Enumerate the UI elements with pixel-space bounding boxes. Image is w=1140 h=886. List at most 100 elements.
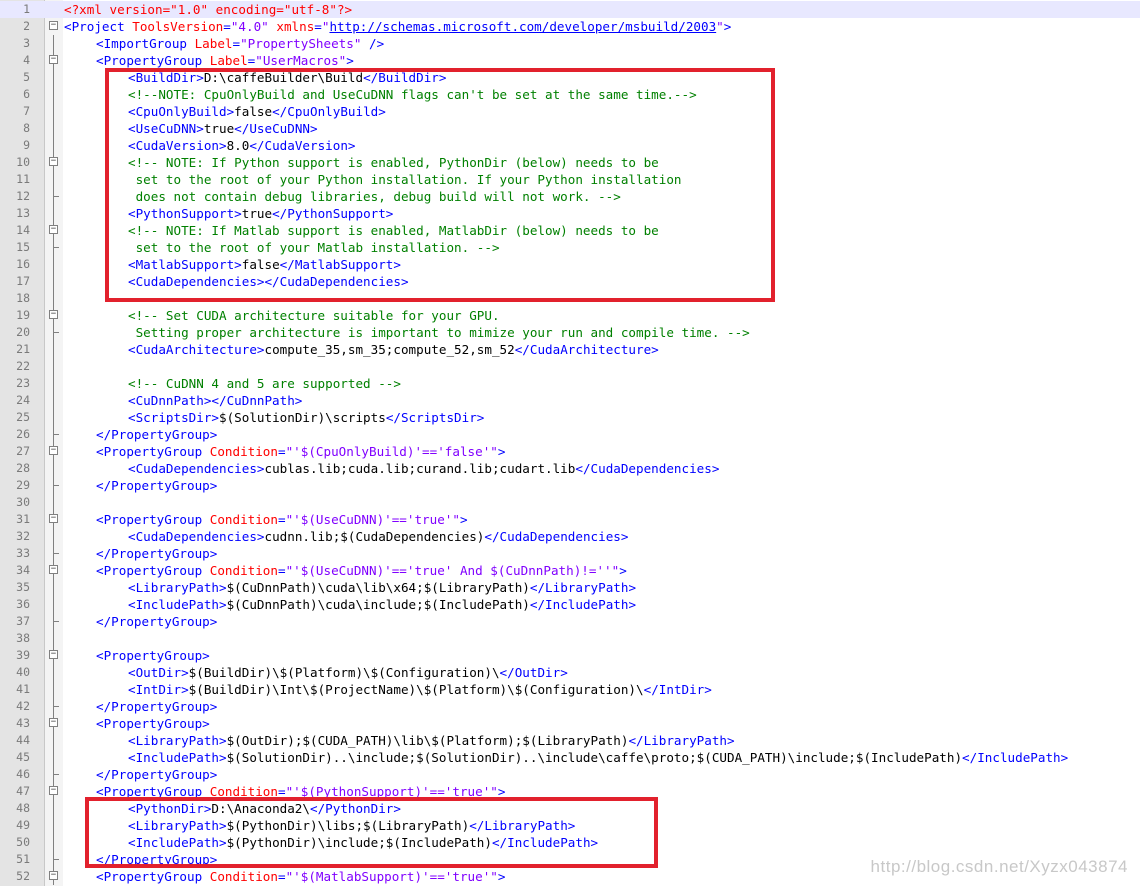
code-line[interactable]: 28 <CudaDependencies>cublas.lib;cuda.lib;… [0, 460, 1140, 477]
fold-toggle-icon[interactable]: − [48, 562, 60, 579]
code-line[interactable]: 33 </PropertyGroup> [0, 545, 1140, 562]
code-text[interactable]: <IncludePath>$(SolutionDir)..\include;$(… [128, 749, 1068, 766]
fold-toggle-icon[interactable]: − [48, 18, 60, 35]
line-number: 37 [16, 614, 30, 628]
token-val: "'$(MatlabSupport)'=='true'" [285, 869, 498, 884]
token-tag: <CudaDependencies> [128, 461, 265, 476]
code-line[interactable]: 40 <OutDir>$(BuildDir)\$(Platform)\$(Conf… [0, 664, 1140, 681]
code-line[interactable]: 37 </PropertyGroup> [0, 613, 1140, 630]
code-line[interactable]: 19 − <!-- Set CUDA architecture suitable f… [0, 307, 1140, 324]
code-text[interactable]: <IncludePath>$(CuDnnPath)\cuda\include;$… [128, 596, 636, 613]
code-text[interactable]: <ImportGroup Label="PropertySheets" /> [96, 35, 384, 52]
token-attr: ToolsVersion [132, 19, 224, 34]
token-tag: = [277, 444, 286, 459]
code-text[interactable]: <OutDir>$(BuildDir)\$(Platform)\$(Config… [128, 664, 568, 681]
code-line[interactable]: 20 Setting proper architecture is import… [0, 324, 1140, 341]
fold-guide [48, 528, 60, 545]
code-text[interactable]: <ScriptsDir>$(SolutionDir)\scripts</Scri… [128, 409, 484, 426]
token-url[interactable]: http://schemas.microsoft.com/developer/m… [329, 19, 716, 34]
code-text[interactable]: <CudaArchitecture>compute_35,sm_35;compu… [128, 341, 659, 358]
code-text[interactable]: <PropertyGroup Condition="'$(UseCuDNN)'=… [96, 511, 468, 528]
fold-toggle-icon[interactable]: − [48, 647, 60, 664]
code-line[interactable]: 30 [0, 494, 1140, 511]
fold-toggle-icon[interactable]: − [48, 783, 60, 800]
fold-toggle-icon[interactable]: − [48, 443, 60, 460]
code-line[interactable]: 44 <LibraryPath>$(OutDir);$(CUDA_PATH)\li… [0, 732, 1140, 749]
code-line[interactable]: 27 − <PropertyGroup Condition="'$(CpuOnlyB… [0, 443, 1140, 460]
code-text[interactable]: Setting proper architecture is important… [128, 324, 750, 341]
code-line[interactable]: 43 − <PropertyGroup> [0, 715, 1140, 732]
code-line[interactable]: 46 </PropertyGroup> [0, 766, 1140, 783]
code-text[interactable]: <PropertyGroup Label="UserMacros"> [96, 52, 354, 69]
fold-toggle-icon[interactable]: − [48, 52, 60, 69]
code-line[interactable]: 39 − <PropertyGroup> [0, 647, 1140, 664]
token-tag: > [497, 869, 506, 884]
fold-toggle-icon[interactable]: − [48, 715, 60, 732]
token-attr: Condition [209, 563, 278, 578]
code-line[interactable]: 31 − <PropertyGroup Condition="'$(UseCuDNN… [0, 511, 1140, 528]
code-editor[interactable]: 1 <?xml version="1.0" encoding="utf-8"?> 2… [0, 0, 1140, 886]
code-text[interactable]: <LibraryPath>$(OutDir);$(CUDA_PATH)\lib\… [128, 732, 735, 749]
code-line[interactable]: 42 </PropertyGroup> [0, 698, 1140, 715]
code-text[interactable]: </PropertyGroup> [96, 477, 217, 494]
code-text[interactable]: <!-- CuDNN 4 and 5 are supported --> [128, 375, 401, 392]
token-pi: <?xml version="1.0" encoding="utf-8"?> [64, 2, 353, 17]
code-text[interactable]: <IntDir>$(BuildDir)\Int\$(ProjectName)\$… [128, 681, 712, 698]
code-line[interactable]: 24 <CuDnnPath></CuDnnPath> [0, 392, 1140, 409]
code-line[interactable]: 36 <IncludePath>$(CuDnnPath)\cuda\include… [0, 596, 1140, 613]
code-line[interactable]: 1 <?xml version="1.0" encoding="utf-8"?> [0, 1, 1140, 18]
code-line[interactable]: 26 </PropertyGroup> [0, 426, 1140, 443]
code-line[interactable]: 38 [0, 630, 1140, 647]
line-number: 3 [23, 36, 30, 50]
code-text[interactable]: <CudaDependencies>cudnn.lib;$(CudaDepend… [128, 528, 628, 545]
code-line[interactable]: 34 − <PropertyGroup Condition="'$(UseCuDNN… [0, 562, 1140, 579]
code-text[interactable]: </PropertyGroup> [96, 426, 217, 443]
fold-toggle-icon[interactable]: − [48, 868, 60, 885]
code-text[interactable]: <!-- Set CUDA architecture suitable for … [128, 307, 500, 324]
code-line[interactable]: 3 <ImportGroup Label="PropertySheets" /> [0, 35, 1140, 52]
token-tag: <PropertyGroup [96, 444, 210, 459]
code-line[interactable]: 23 <!-- CuDNN 4 and 5 are supported --> [0, 375, 1140, 392]
code-text[interactable]: <CuDnnPath></CuDnnPath> [128, 392, 302, 409]
token-tag: <IntDir> [128, 682, 189, 697]
token-tag: <PropertyGroup [96, 53, 210, 68]
token-tag: > [346, 53, 354, 68]
line-number: 45 [16, 750, 30, 764]
code-line[interactable]: 29 </PropertyGroup> [0, 477, 1140, 494]
token-tag: <ImportGroup [96, 36, 195, 51]
code-text[interactable]: </PropertyGroup> [96, 613, 217, 630]
code-text[interactable]: <PropertyGroup> [96, 715, 210, 732]
code-line[interactable]: 45 <IncludePath>$(SolutionDir)..\include;… [0, 749, 1140, 766]
fold-guide [48, 409, 60, 426]
fold-toggle-icon[interactable]: − [48, 307, 60, 324]
fold-toggle-icon[interactable]: − [48, 154, 60, 171]
line-number: 32 [16, 529, 30, 543]
code-text[interactable]: <LibraryPath>$(CuDnnPath)\cuda\lib\x64;$… [128, 579, 636, 596]
code-text[interactable]: </PropertyGroup> [96, 545, 217, 562]
token-tag: </IntDir> [643, 682, 712, 697]
token-tag: </OutDir> [499, 665, 568, 680]
fold-guide [48, 477, 60, 494]
code-line[interactable]: 2− <Project ToolsVersion="4.0" xmlns="htt… [0, 18, 1140, 35]
code-text[interactable]: <PropertyGroup> [96, 647, 210, 664]
code-text[interactable]: <PropertyGroup Condition="'$(UseCuDNN)'=… [96, 562, 627, 579]
code-line[interactable]: 32 <CudaDependencies>cudnn.lib;$(CudaDepe… [0, 528, 1140, 545]
code-text[interactable]: <PropertyGroup Condition="'$(CpuOnlyBuil… [96, 443, 505, 460]
line-number: 52 [16, 869, 30, 883]
code-text[interactable]: </PropertyGroup> [96, 766, 217, 783]
code-line[interactable]: 41 <IntDir>$(BuildDir)\Int\$(ProjectName)… [0, 681, 1140, 698]
code-line[interactable]: 21 <CudaArchitecture>compute_35,sm_35;com… [0, 341, 1140, 358]
fold-toggle-icon[interactable]: − [48, 222, 60, 239]
line-number: 12 [16, 189, 30, 203]
code-line[interactable]: 25 <ScriptsDir>$(SolutionDir)\scripts</Sc… [0, 409, 1140, 426]
code-text[interactable]: <PropertyGroup Condition="'$(MatlabSuppo… [96, 868, 505, 885]
code-text[interactable]: </PropertyGroup> [96, 698, 217, 715]
token-val: "'$(CpuOnlyBuild)'=='false'" [285, 444, 498, 459]
code-text[interactable]: <CudaDependencies>cublas.lib;cuda.lib;cu… [128, 460, 719, 477]
code-line[interactable]: 4 − <PropertyGroup Label="UserMacros"> [0, 52, 1140, 69]
fold-toggle-icon[interactable]: − [48, 511, 60, 528]
code-text[interactable]: <?xml version="1.0" encoding="utf-8"?> [64, 1, 352, 18]
code-line[interactable]: 35 <LibraryPath>$(CuDnnPath)\cuda\lib\x64… [0, 579, 1140, 596]
code-line[interactable]: 22 [0, 358, 1140, 375]
code-text[interactable]: <Project ToolsVersion="4.0" xmlns="http:… [64, 18, 731, 35]
